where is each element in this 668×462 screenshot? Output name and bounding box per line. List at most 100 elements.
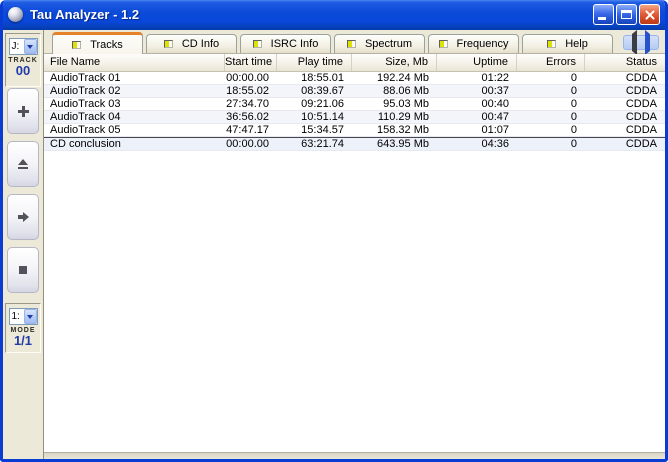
tab-label: Tracks <box>90 38 123 51</box>
cell-file-name: CD conclusion <box>50 138 121 150</box>
eject-icon <box>18 159 28 169</box>
cell-size: 110.29 Mb <box>377 111 429 123</box>
drive-panel: J: TRACK 00 <box>5 33 41 87</box>
cell-errors: 0 <box>570 72 577 84</box>
cell-status: CDDA <box>625 111 657 123</box>
cell-uptime: 00:37 <box>481 85 509 97</box>
mode-number: 1/1 <box>13 333 33 348</box>
table-row[interactable]: AudioTrack 02 18:55.02 08:39.67 88.06 Mb… <box>44 85 665 98</box>
cell-size: 88.06 Mb <box>383 85 429 97</box>
cell-status: CDDA <box>625 138 657 150</box>
mode-select-dropdown-button[interactable] <box>23 309 37 324</box>
tab-frequency[interactable]: Frequency <box>428 34 519 53</box>
cell-file-name: AudioTrack 04 <box>50 111 121 123</box>
plus-icon <box>17 105 29 117</box>
column-header-play-time[interactable]: Play time <box>277 54 352 71</box>
form-icon <box>163 40 173 48</box>
column-header-status[interactable]: Status <box>585 54 665 71</box>
tab-tracks[interactable]: Tracks <box>52 32 143 54</box>
cell-file-name: AudioTrack 01 <box>50 72 121 84</box>
chevron-down-icon <box>27 44 33 49</box>
table-row[interactable]: CD conclusion 00:00.00 63:21.74 643.95 M… <box>44 137 665 151</box>
arrow-right-icon <box>645 29 650 55</box>
go-button[interactable] <box>7 194 39 240</box>
cell-file-name: AudioTrack 05 <box>50 124 121 136</box>
sidebar: J: TRACK 00 1: MODE 1/1 <box>3 30 43 459</box>
column-header-size[interactable]: Size, Mb <box>352 54 437 71</box>
minimize-button[interactable] <box>593 3 614 25</box>
cell-status: CDDA <box>625 124 657 136</box>
arrow-left-icon <box>632 29 637 55</box>
tab-cd-info[interactable]: CD Info <box>146 34 237 53</box>
table-body: AudioTrack 01 00:00.00 18:55.01 192.24 M… <box>44 72 665 151</box>
cell-errors: 0 <box>570 85 577 97</box>
arrow-right-icon <box>17 212 29 222</box>
column-header-uptime[interactable]: Uptime <box>437 54 517 71</box>
eject-button[interactable] <box>7 141 39 187</box>
tab-label: ISRC Info <box>270 38 319 50</box>
cell-play-time: 10:51.14 <box>301 111 344 123</box>
maximize-button[interactable] <box>616 3 637 25</box>
tab-spectrum[interactable]: Spectrum <box>334 34 425 53</box>
drive-select[interactable]: J: <box>8 38 38 55</box>
tab-label: CD Info <box>181 38 220 50</box>
form-icon <box>72 40 82 49</box>
column-header-file-name[interactable]: File Name <box>44 54 225 71</box>
cell-status: CDDA <box>625 85 657 97</box>
cell-uptime: 01:22 <box>481 72 509 84</box>
tab-scroll-control <box>623 29 659 55</box>
bottom-edge <box>44 452 665 459</box>
table-header: File Name Start time Play time Size, Mb … <box>44 54 665 72</box>
form-icon <box>346 40 356 48</box>
cell-uptime: 01:07 <box>481 124 509 136</box>
cell-size: 95.03 Mb <box>383 98 429 110</box>
tab-scroll-right-button[interactable] <box>645 29 650 55</box>
tab-help[interactable]: Help <box>522 34 613 53</box>
cell-errors: 0 <box>570 124 577 136</box>
tab-scroll-left-button[interactable] <box>632 29 637 55</box>
table-row[interactable]: AudioTrack 05 47:47.17 15:34.57 158.32 M… <box>44 124 665 137</box>
main-panel: Tracks CD Info ISRC Info Spectrum Freque… <box>43 29 665 459</box>
table-row[interactable]: AudioTrack 04 36:56.02 10:51.14 110.29 M… <box>44 111 665 124</box>
drive-select-value: J: <box>11 41 20 52</box>
stop-button[interactable] <box>7 247 39 293</box>
track-number: 00 <box>15 63 31 78</box>
cell-play-time: 15:34.57 <box>301 124 344 136</box>
column-header-start-time[interactable]: Start time <box>225 54 277 71</box>
close-button[interactable] <box>639 3 660 25</box>
table-row[interactable]: AudioTrack 01 00:00.00 18:55.01 192.24 M… <box>44 72 665 85</box>
cell-size: 643.95 Mb <box>377 138 429 150</box>
column-header-errors[interactable]: Errors <box>517 54 585 71</box>
stop-icon <box>19 266 27 274</box>
cell-file-name: AudioTrack 03 <box>50 98 121 110</box>
cell-errors: 0 <box>570 138 577 150</box>
form-icon <box>547 40 557 48</box>
mode-panel: 1: MODE 1/1 <box>5 303 41 353</box>
cell-start-time: 00:00.00 <box>226 138 269 150</box>
add-button[interactable] <box>7 88 39 134</box>
form-icon <box>438 40 448 48</box>
cell-start-time: 18:55.02 <box>226 85 269 97</box>
table-row[interactable]: AudioTrack 03 27:34.70 09:21.06 95.03 Mb… <box>44 98 665 111</box>
cell-uptime: 00:40 <box>481 98 509 110</box>
cell-play-time: 63:21.74 <box>301 138 344 150</box>
cell-play-time: 18:55.01 <box>301 72 344 84</box>
tab-bar: Tracks CD Info ISRC Info Spectrum Freque… <box>44 29 665 55</box>
window-controls <box>593 3 660 25</box>
cell-size: 192.24 Mb <box>377 72 429 84</box>
cell-file-name: AudioTrack 02 <box>50 85 121 97</box>
cell-errors: 0 <box>570 98 577 110</box>
cell-play-time: 08:39.67 <box>301 85 344 97</box>
cell-size: 158.32 Mb <box>377 124 429 136</box>
drive-select-dropdown-button[interactable] <box>23 39 37 54</box>
cell-uptime: 00:47 <box>481 111 509 123</box>
titlebar[interactable]: Tau Analyzer - 1.2 <box>3 0 665 30</box>
tab-label: Frequency <box>456 38 509 50</box>
cell-play-time: 09:21.06 <box>301 98 344 110</box>
cell-start-time: 27:34.70 <box>226 98 269 110</box>
mode-select-value: 1: <box>11 311 20 322</box>
mode-select[interactable]: 1: <box>8 308 38 325</box>
tab-isrc-info[interactable]: ISRC Info <box>240 34 331 53</box>
minimize-icon <box>598 16 606 20</box>
maximize-icon <box>621 9 632 19</box>
